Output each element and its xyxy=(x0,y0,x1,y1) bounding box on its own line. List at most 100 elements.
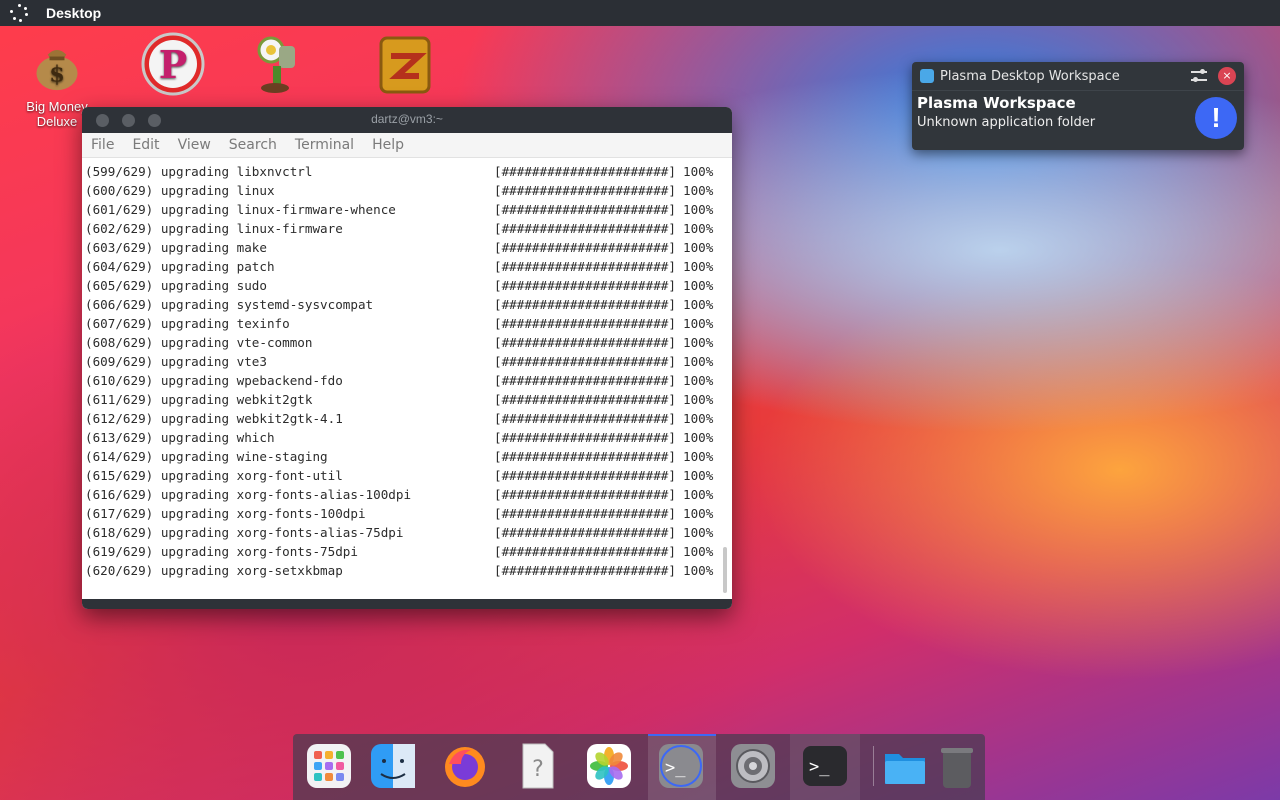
progress-percent: 100% xyxy=(683,259,714,274)
terminal-line-text: (601/629) upgrading linux-firmware-whenc… xyxy=(85,202,396,217)
panel-title: Desktop xyxy=(46,5,102,21)
terminal-line: (601/629) upgrading linux-firmware-whenc… xyxy=(85,200,732,219)
terminal-output[interactable]: (599/629) upgrading libxnvctrl [#########… xyxy=(82,158,732,599)
progress-percent: 100% xyxy=(683,354,714,369)
progress-bar-text: [######################] xyxy=(494,544,676,559)
desktop-icon-pvz[interactable] xyxy=(232,32,322,99)
terminal-line: (603/629) upgrading make [###############… xyxy=(85,238,732,257)
progress-percent: 100% xyxy=(683,373,714,388)
notification-close-button[interactable]: × xyxy=(1218,67,1236,85)
menu-terminal[interactable]: Terminal xyxy=(294,137,355,153)
unknown-file-icon[interactable]: ? xyxy=(513,742,561,790)
progress-percent: 100% xyxy=(683,202,714,217)
terminal-icon[interactable]: >_ xyxy=(801,742,849,790)
progress-bar-text: [######################] xyxy=(494,430,676,445)
progress-bar-text: [######################] xyxy=(494,278,676,293)
progress-bar-text: [######################] xyxy=(494,354,676,369)
pinball-p-icon: P xyxy=(141,32,205,96)
terminal-active-icon[interactable]: >_ xyxy=(657,742,705,790)
trash-icon[interactable] xyxy=(933,742,981,790)
terminal-line-text: (602/629) upgrading linux-firmware xyxy=(85,221,343,236)
terminal-line: (604/629) upgrading patch [##############… xyxy=(85,257,732,276)
dock: ? >_ >_ xyxy=(293,734,985,800)
progress-percent: 100% xyxy=(683,411,714,426)
progress-percent: 100% xyxy=(683,183,714,198)
progress-percent: 100% xyxy=(683,544,714,559)
terminal-window[interactable]: dartz@vm3:~ File Edit View Search Termin… xyxy=(82,107,732,609)
terminal-line-text: (614/629) upgrading wine-staging xyxy=(85,449,328,464)
progress-percent: 100% xyxy=(683,221,714,236)
progress-bar-text: [######################] xyxy=(494,221,676,236)
terminal-line-text: (618/629) upgrading xorg-fonts-alias-75d… xyxy=(85,525,404,540)
terminal-line-text: (606/629) upgrading systemd-sysvcompat xyxy=(85,297,374,312)
terminal-footer xyxy=(82,599,732,609)
terminal-line: (608/629) upgrading vte-common [#########… xyxy=(85,333,732,352)
progress-bar-text: [######################] xyxy=(494,525,676,540)
menu-help[interactable]: Help xyxy=(371,137,405,153)
terminal-titlebar[interactable]: dartz@vm3:~ xyxy=(82,107,732,133)
terminal-line: (617/629) upgrading xorg-fonts-100dpi [##… xyxy=(85,504,732,523)
terminal-line-text: (619/629) upgrading xorg-fonts-75dpi xyxy=(85,544,358,559)
notification-message: Unknown application folder xyxy=(917,115,1096,130)
progress-bar-text: [######################] xyxy=(494,487,676,502)
plants-vs-zombies-icon xyxy=(257,36,295,93)
progress-percent: 100% xyxy=(683,506,714,521)
terminal-line: (615/629) upgrading xorg-font-util [#####… xyxy=(85,466,732,485)
menu-search[interactable]: Search xyxy=(228,137,278,153)
progress-percent: 100% xyxy=(683,563,714,578)
terminal-line-text: (617/629) upgrading xorg-fonts-100dpi xyxy=(85,506,366,521)
terminal-line: (611/629) upgrading webkit2gtk [#########… xyxy=(85,390,732,409)
progress-percent: 100% xyxy=(683,335,714,350)
menu-file[interactable]: File xyxy=(90,137,115,153)
progress-bar-text: [######################] xyxy=(494,316,676,331)
notification-popup[interactable]: Plasma Desktop Workspace × Plasma Worksp… xyxy=(912,62,1244,150)
progress-bar-text: [######################] xyxy=(494,563,676,578)
progress-percent: 100% xyxy=(683,487,714,502)
terminal-scrollbar[interactable] xyxy=(723,547,727,593)
menu-edit[interactable]: Edit xyxy=(131,137,160,153)
terminal-line-text: (603/629) upgrading make xyxy=(85,240,267,255)
terminal-line: (616/629) upgrading xorg-fonts-alias-100… xyxy=(85,485,732,504)
svg-text:>_: >_ xyxy=(665,758,686,778)
kickoff-dots-icon[interactable] xyxy=(10,4,28,22)
progress-bar-text: [######################] xyxy=(494,259,676,274)
progress-bar-text: [######################] xyxy=(494,335,676,350)
terminal-line: (614/629) upgrading wine-staging [#######… xyxy=(85,447,732,466)
progress-bar-text: [######################] xyxy=(494,297,676,312)
firefox-icon[interactable] xyxy=(441,742,489,790)
dock-active-line xyxy=(648,734,716,736)
finder-icon[interactable] xyxy=(369,742,417,790)
dock-separator xyxy=(873,746,874,786)
progress-bar-text: [######################] xyxy=(494,202,676,217)
progress-bar-text: [######################] xyxy=(494,392,676,407)
progress-percent: 100% xyxy=(683,468,714,483)
terminal-line-text: (612/629) upgrading webkit2gtk-4.1 xyxy=(85,411,343,426)
photos-icon[interactable] xyxy=(585,742,633,790)
launchpad-icon[interactable] xyxy=(305,742,353,790)
progress-percent: 100% xyxy=(683,449,714,464)
progress-bar-text: [######################] xyxy=(494,411,676,426)
terminal-line: (618/629) upgrading xorg-fonts-alias-75d… xyxy=(85,523,732,542)
system-settings-icon[interactable] xyxy=(729,742,777,790)
notification-title: Plasma Workspace xyxy=(917,94,1076,112)
desktop-icon-zuma[interactable] xyxy=(360,32,450,99)
money-bag-icon: $ xyxy=(36,50,78,91)
terminal-line: (613/629) upgrading which [##############… xyxy=(85,428,732,447)
progress-bar-text: [######################] xyxy=(494,449,676,464)
progress-percent: 100% xyxy=(683,164,714,179)
progress-percent: 100% xyxy=(683,278,714,293)
terminal-line-text: (615/629) upgrading xorg-font-util xyxy=(85,468,343,483)
terminal-line-text: (605/629) upgrading sudo xyxy=(85,278,267,293)
folder-icon[interactable] xyxy=(881,742,929,790)
progress-percent: 100% xyxy=(683,525,714,540)
progress-percent: 100% xyxy=(683,430,714,445)
notification-configure-icon[interactable] xyxy=(1190,67,1208,85)
progress-percent: 100% xyxy=(683,297,714,312)
svg-text:P: P xyxy=(159,42,188,87)
alert-exclamation-icon: ! xyxy=(1195,97,1237,139)
zuma-icon xyxy=(379,36,431,94)
progress-percent: 100% xyxy=(683,316,714,331)
desktop-icon-pinball[interactable]: P xyxy=(128,32,218,99)
menu-view[interactable]: View xyxy=(177,137,212,153)
terminal-line: (606/629) upgrading systemd-sysvcompat [#… xyxy=(85,295,732,314)
